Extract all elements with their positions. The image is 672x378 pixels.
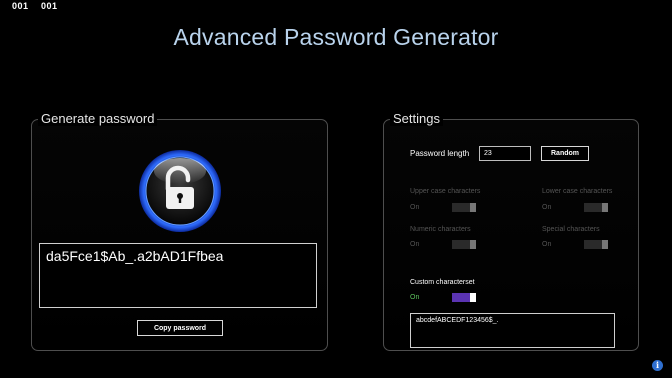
settings-panel-title: Settings: [390, 111, 443, 126]
generate-panel-title: Generate password: [38, 111, 158, 126]
lock-open-icon[interactable]: [138, 149, 222, 233]
custom-charset-label: Custom characterset: [410, 279, 475, 286]
app-title: Advanced Password Generator: [173, 24, 499, 50]
lower-case-toggle[interactable]: [584, 203, 608, 212]
frame-counter-right: 001: [41, 1, 58, 11]
special-label: Special characters: [542, 226, 600, 233]
info-icon[interactable]: i: [652, 360, 663, 371]
lower-case-state: On: [542, 204, 552, 211]
custom-charset-input[interactable]: abcdefABCEDF123456$_.: [410, 313, 615, 348]
password-output[interactable]: da5Fce1$Ab_.a2bAD1Ffbea: [39, 243, 317, 308]
special-state: On: [542, 241, 552, 248]
upper-case-toggle[interactable]: [452, 203, 476, 212]
lower-case-label: Lower case characters: [542, 188, 613, 195]
toggle-knob: [470, 203, 476, 212]
password-length-input[interactable]: 23: [479, 146, 531, 161]
random-button[interactable]: Random: [541, 146, 589, 161]
numeric-label: Numeric characters: [410, 226, 471, 233]
special-toggle[interactable]: [584, 240, 608, 249]
upper-case-state: On: [410, 204, 420, 211]
copy-password-button[interactable]: Copy password: [137, 320, 223, 336]
frame-counter-left: 001: [12, 1, 29, 11]
toggle-knob: [602, 240, 608, 249]
toggle-knob: [602, 203, 608, 212]
numeric-state: On: [410, 241, 420, 248]
toggle-knob: [470, 240, 476, 249]
custom-charset-state: On: [410, 294, 420, 301]
password-length-label: Password length: [410, 149, 470, 158]
toggle-knob: [470, 293, 476, 302]
custom-charset-toggle[interactable]: [452, 293, 476, 302]
numeric-toggle[interactable]: [452, 240, 476, 249]
upper-case-label: Upper case characters: [410, 188, 481, 195]
